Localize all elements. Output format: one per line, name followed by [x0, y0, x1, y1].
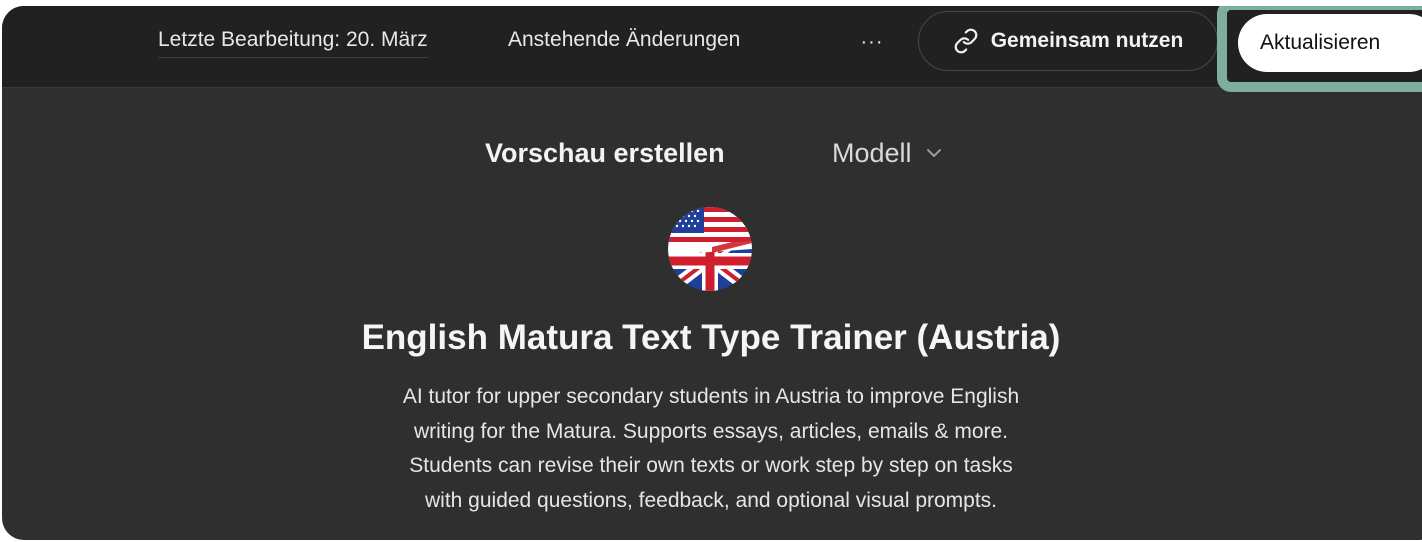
- top-bar: Letzte Bearbeitung: 20. März Anstehende …: [2, 6, 1422, 88]
- share-button[interactable]: Gemeinsam nutzen: [918, 11, 1218, 71]
- description-line: with guided questions, feedback, and opt…: [424, 488, 998, 512]
- app-window: Letzte Bearbeitung: 20. März Anstehende …: [2, 6, 1422, 540]
- update-button-label: Aktualisieren: [1260, 31, 1381, 54]
- us-uk-flag-avatar: [668, 207, 752, 291]
- description-line: writing for the Matura. Supports essays,…: [413, 419, 1009, 443]
- last-edit-status[interactable]: Letzte Bearbeitung: 20. März: [158, 28, 428, 58]
- description-line: AI tutor for upper secondary students in…: [402, 385, 1020, 408]
- gpt-title: English Matura Text Type Trainer (Austri…: [361, 318, 1061, 357]
- description-line: Students can revise their own texts or w…: [409, 454, 1013, 477]
- more-icon: ···: [860, 30, 884, 53]
- model-select-label: Modell: [832, 138, 912, 168]
- gpt-description: AI tutor for upper secondary students in…: [2, 380, 1420, 518]
- pending-changes-link[interactable]: Anstehende Änderungen: [508, 28, 740, 52]
- tab-preview[interactable]: Vorschau erstellen: [485, 138, 725, 169]
- link-icon: [953, 28, 979, 54]
- chevron-down-icon: [926, 145, 942, 163]
- share-button-label: Gemeinsam nutzen: [990, 29, 1184, 52]
- update-button[interactable]: Aktualisieren: [1238, 14, 1422, 72]
- model-select[interactable]: Modell: [832, 138, 942, 169]
- more-options-button[interactable]: ···: [854, 24, 890, 60]
